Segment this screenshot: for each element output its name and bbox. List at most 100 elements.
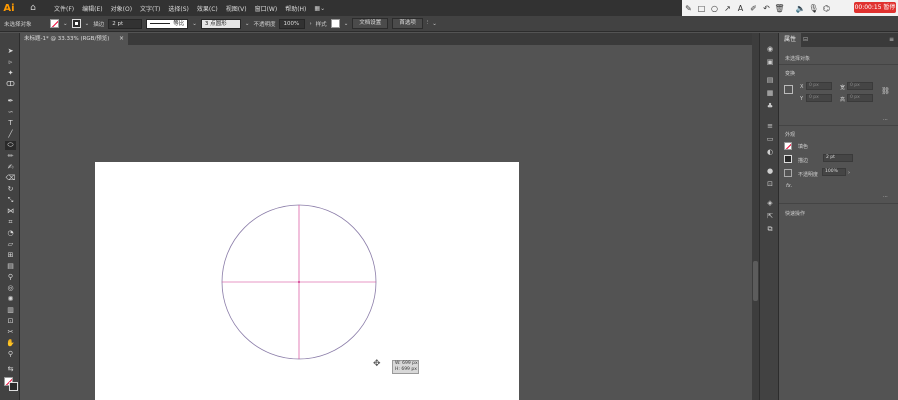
menu-edit[interactable]: 编辑(E) [78, 4, 106, 13]
chevron-right-icon[interactable]: › [309, 21, 311, 27]
layers-panel-icon[interactable]: ◈ [765, 199, 775, 208]
brush-select[interactable]: 3 点圆形 [200, 18, 241, 29]
stroke-color-icon[interactable] [9, 382, 18, 391]
pen-tool-icon[interactable]: ✒ [5, 97, 16, 106]
rectangle-icon[interactable]: □ [695, 4, 708, 13]
blend-tool-icon[interactable]: ◎ [5, 284, 16, 293]
type-tool-icon[interactable]: T [5, 119, 16, 128]
rotate-tool-icon[interactable]: ↻ [5, 185, 16, 194]
undo-icon[interactable]: ↶ [760, 4, 773, 13]
gradient-panel-icon[interactable]: ▭ [765, 135, 775, 144]
panel-menu-icon[interactable]: ≡ [889, 36, 894, 43]
document-setup-button[interactable]: 文档设置 [352, 18, 389, 29]
line-tool-icon[interactable]: ╱ [5, 130, 16, 139]
column-graph-tool-icon[interactable]: ▥ [5, 306, 16, 315]
lasso-tool-icon[interactable]: ↀ [5, 80, 16, 89]
stroke-weight-field[interactable]: 2 pt [108, 18, 143, 29]
chevron-down-icon[interactable]: ⌄ [192, 21, 197, 27]
opacity-field[interactable]: 100% [822, 168, 846, 176]
ellipse-tool-icon[interactable]: ⬭ [5, 141, 16, 150]
shape-builder-tool-icon[interactable]: ◔ [5, 229, 16, 238]
symbols-panel-icon[interactable]: ♣ [765, 102, 775, 111]
fx-button[interactable]: fx. [786, 183, 792, 189]
camera-icon[interactable]: ⌬ [820, 4, 833, 13]
transparency-panel-icon[interactable]: ◐ [765, 148, 775, 157]
magic-wand-tool-icon[interactable]: ✦ [5, 69, 16, 78]
hand-tool-icon[interactable]: ✋ [5, 339, 16, 348]
chevron-down-icon[interactable]: ⌄ [63, 21, 68, 27]
menu-view[interactable]: 视图(V) [222, 4, 251, 13]
menu-window[interactable]: 窗口(W) [251, 4, 282, 13]
close-icon[interactable]: × [119, 33, 124, 45]
menu-file[interactable]: 文件(F) [50, 4, 78, 13]
shaper-tool-icon[interactable]: ✍ [5, 163, 16, 172]
graphic-styles-panel-icon[interactable]: ⊡ [765, 180, 775, 189]
speaker-icon[interactable]: 🔈 [794, 4, 807, 13]
highlighter-icon[interactable]: ✐ [747, 4, 760, 13]
menu-select[interactable]: 选择(S) [164, 4, 193, 13]
home-icon[interactable]: ⌂ [26, 0, 40, 16]
slice-tool-icon[interactable]: ✂ [5, 328, 16, 337]
swatches-panel-icon[interactable]: ▦ [765, 89, 775, 98]
artboard[interactable] [95, 162, 519, 400]
more-options-icon[interactable]: ⋯ [883, 117, 888, 123]
artboards-panel-icon[interactable]: ⧉ [765, 225, 775, 234]
stroke-swatch[interactable] [71, 19, 81, 28]
style-swatch[interactable] [330, 19, 340, 28]
free-transform-tool-icon[interactable]: ⌗ [5, 218, 16, 227]
workspace-switcher[interactable]: ▦ ⌄ [314, 5, 325, 12]
fill-swatch[interactable] [50, 19, 59, 28]
menu-help[interactable]: 帮助(H) [281, 4, 310, 13]
color-guide-panel-icon[interactable]: ▤ [765, 76, 775, 85]
eyedropper-tool-icon[interactable]: ⚲ [5, 273, 16, 282]
link-icon[interactable]: ⛓ [881, 87, 890, 95]
perspective-grid-tool-icon[interactable]: ▱ [5, 240, 16, 249]
document-tab[interactable]: 未标题-1* @ 33.33% (RGB/预览) × [20, 33, 128, 45]
chevron-down-icon[interactable]: ⌄ [85, 21, 90, 27]
stroke-panel-icon[interactable]: ≡ [765, 122, 775, 131]
menu-object[interactable]: 对象(O) [107, 4, 136, 13]
pen-icon[interactable]: ✎ [682, 4, 695, 13]
direct-selection-tool-icon[interactable]: ▹ [5, 58, 16, 67]
stroke-profile-select[interactable]: 等比 [146, 18, 189, 29]
asset-export-panel-icon[interactable]: ⇱ [765, 212, 775, 221]
preferences-button[interactable]: 首选项 [392, 18, 423, 29]
microphone-icon[interactable]: 🎙 [807, 4, 820, 13]
width-tool-icon[interactable]: ⋈ [5, 207, 16, 216]
width-field[interactable]: 0 px [847, 82, 873, 90]
y-field[interactable]: 0 px [806, 94, 832, 102]
arrow-icon[interactable]: ↗ [721, 4, 734, 13]
zoom-tool-icon[interactable]: ⚲ [5, 350, 16, 359]
trash-icon[interactable]: 🗑 [773, 4, 786, 13]
height-field[interactable]: 0 px [847, 94, 873, 102]
stroke-swatch[interactable] [784, 155, 792, 163]
scale-tool-icon[interactable]: ⤡ [5, 196, 16, 205]
artboard-tool-icon[interactable]: ⊡ [5, 317, 16, 326]
text-icon[interactable]: A [734, 4, 747, 13]
panel-menu-icon[interactable]: ⊟ [803, 33, 813, 47]
appearance-panel-icon[interactable]: ● [765, 167, 775, 176]
tab-properties[interactable]: 属性 [779, 33, 801, 47]
curvature-tool-icon[interactable]: ∽ [5, 108, 16, 117]
reference-point-icon[interactable] [784, 85, 793, 94]
x-field[interactable]: 0 px [806, 82, 832, 90]
record-timer[interactable]: 00:00:15 暂停 [854, 2, 896, 13]
chevron-right-icon[interactable]: › [848, 170, 850, 176]
selection-tool-icon[interactable]: ➤ [5, 47, 16, 56]
chevron-down-icon[interactable]: ⌄ [432, 21, 437, 27]
menu-effect[interactable]: 效果(C) [193, 4, 222, 13]
opacity-field[interactable]: 100% [279, 18, 306, 29]
align-icon[interactable]: ⫶ [427, 20, 428, 27]
stroke-weight-field[interactable]: 2 pt [823, 154, 853, 162]
circle-artwork[interactable] [95, 162, 519, 400]
chevron-down-icon[interactable]: ⌄ [344, 21, 349, 27]
properties-panel-icon[interactable]: ◉ [765, 45, 775, 54]
eraser-tool-icon[interactable]: ⌫ [5, 174, 16, 183]
symbol-sprayer-tool-icon[interactable]: ✺ [5, 295, 16, 304]
gradient-tool-icon[interactable]: ▤ [5, 262, 16, 271]
fill-swatch[interactable] [784, 142, 792, 150]
scrollbar-thumb[interactable] [753, 261, 758, 301]
more-options-icon[interactable]: ⋯ [883, 194, 888, 200]
libraries-panel-icon[interactable]: ▣ [765, 58, 775, 67]
circle-icon[interactable]: ○ [708, 4, 721, 13]
